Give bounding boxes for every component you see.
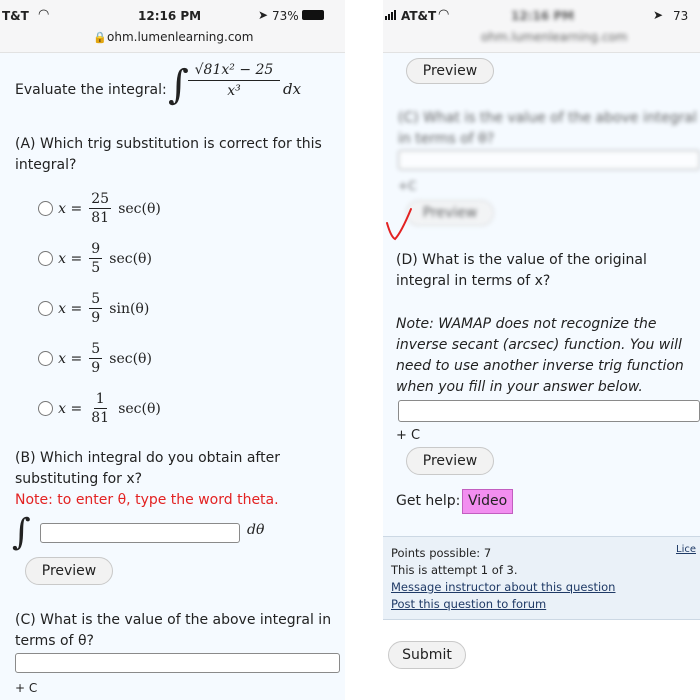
dx-label: dx (283, 80, 302, 98)
integrand-numerator: √81x² − 25 (188, 62, 280, 81)
carrier-label: AT&T (401, 9, 437, 23)
plus-c-label: +C (398, 179, 417, 193)
plus-c-label: + C (15, 681, 38, 695)
signal-icon (385, 10, 399, 20)
part-d-note: Note: WAMAP does not recognize the inver… (396, 316, 684, 395)
preview-button[interactable]: Preview (25, 557, 113, 585)
left-screenshot: T&T ◠ 12:16 PM ➤ 73% 🔒 ohm.lumenlearning… (0, 0, 345, 700)
get-help-label: Get help: (396, 493, 461, 509)
option-coefficient: 1 81 (91, 391, 110, 426)
option-a4[interactable]: x = 59 sec(θ) (38, 340, 152, 377)
part-c-question: (C) What is the value of the above integ… (398, 110, 697, 147)
battery-icon (302, 10, 324, 20)
time-label: 12:16 PM (511, 9, 575, 23)
option-coefficient: 59 (89, 291, 103, 326)
preview-button[interactable]: Preview (406, 447, 494, 475)
video-button[interactable]: Video (462, 489, 514, 514)
part-b-question: (B) Which integral do you obtain after s… (15, 450, 280, 487)
integral-label: Evaluate the integral: (15, 82, 167, 98)
right-screenshot: AT&T ◠ 12:16 PM ➤ 73 ohm.lumenlearning.c… (383, 0, 700, 700)
battery-percent: 73 (673, 9, 689, 23)
part-a-question: (A) Which trig substitution is correct f… (15, 136, 322, 173)
radio-button[interactable] (38, 201, 53, 216)
url-label[interactable]: ohm.lumenlearning.com (481, 30, 627, 44)
location-icon: ➤ (653, 8, 664, 22)
radio-button[interactable] (38, 351, 53, 366)
integrand-fraction: √81x² − 25 x³ (188, 62, 280, 99)
post-forum-link[interactable]: Post this question to forum (391, 596, 546, 613)
checkmark-annotation-icon (386, 208, 412, 241)
preview-button[interactable]: Preview (406, 58, 494, 84)
integral-sign: ∫ (168, 62, 189, 108)
option-coefficient: 25 81 (89, 191, 112, 226)
status-bar: T&T ◠ 12:16 PM ➤ 73% 🔒 ohm.lumenlearning… (0, 0, 345, 53)
points-possible: Points possible: 7 (391, 546, 492, 560)
radio-button[interactable] (38, 301, 53, 316)
part-c-answer-input[interactable] (398, 150, 700, 170)
integral-sign: ∫ (12, 512, 31, 553)
option-coefficient: 59 (89, 341, 103, 376)
wifi-icon: ◠ (38, 7, 50, 22)
attempt-count: This is attempt 1 of 3. (391, 563, 518, 577)
url-label[interactable]: ohm.lumenlearning.com (107, 30, 253, 44)
option-a3[interactable]: x = 59 sin(θ) (38, 290, 149, 327)
message-instructor-link[interactable]: Message instructor about this question (391, 579, 615, 596)
part-c-answer-input[interactable] (15, 653, 340, 673)
time-label: 12:16 PM (138, 9, 202, 23)
part-c-question: (C) What is the value of the above integ… (15, 612, 332, 649)
option-a5[interactable]: x = 1 81 sec(θ) (38, 390, 161, 427)
radio-button[interactable] (38, 401, 53, 416)
battery-percent: 73% (272, 9, 299, 23)
wifi-icon: ◠ (438, 7, 450, 22)
part-b-note: Note: to enter θ, type the word theta. (15, 492, 279, 508)
submit-button[interactable]: Submit (388, 641, 466, 669)
location-icon: ➤ (258, 8, 269, 22)
dtheta-label: dθ (247, 522, 265, 538)
license-link[interactable]: Lice (676, 541, 696, 558)
option-a1[interactable]: x = 25 81 sec(θ) (38, 190, 161, 227)
status-bar: AT&T ◠ 12:16 PM ➤ 73 ohm.lumenlearning.c… (383, 0, 700, 53)
lock-icon: 🔒 (93, 31, 107, 44)
option-a2[interactable]: x = 95 sec(θ) (38, 240, 152, 277)
integrand-denominator: x³ (227, 83, 241, 99)
preview-button[interactable]: Preview (406, 200, 494, 226)
option-coefficient: 95 (89, 241, 103, 276)
plus-c-label: + C (396, 428, 421, 443)
carrier-label: T&T (2, 9, 29, 23)
part-b-answer-input[interactable] (40, 523, 240, 543)
part-d-question: (D) What is the value of the original in… (396, 252, 647, 289)
question-info-footer: Points possible: 7 This is attempt 1 of … (383, 536, 700, 620)
part-d-answer-input[interactable] (398, 400, 700, 422)
radio-button[interactable] (38, 251, 53, 266)
